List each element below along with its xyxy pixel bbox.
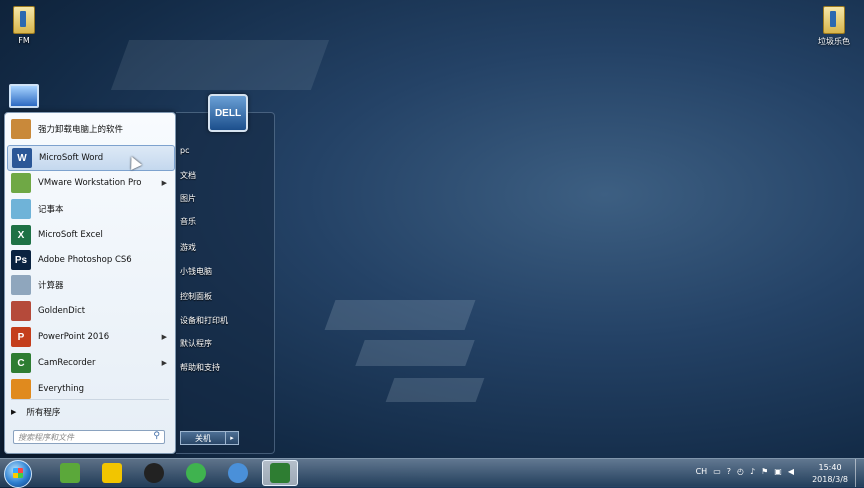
search-placeholder: 搜索程序和文件 <box>18 432 74 442</box>
program-item[interactable]: X MicroSoft Excel <box>7 223 173 247</box>
photoshop-icon: Ps <box>11 250 31 270</box>
search-input[interactable]: 搜索程序和文件 ⚲ <box>13 430 165 444</box>
action-center-icon[interactable]: ⚑ <box>761 467 768 476</box>
volume-icon[interactable]: ◀ <box>788 467 794 476</box>
submenu-arrow-icon[interactable]: ▶ <box>162 179 167 187</box>
excel-icon: X <box>11 225 31 245</box>
logo-text: DELL <box>214 107 242 119</box>
taskbar-button[interactable] <box>94 460 130 486</box>
program-label: 强力卸载电脑上的软件 <box>38 125 124 135</box>
game-icon <box>60 463 80 483</box>
divider <box>11 399 169 400</box>
display-icon[interactable]: ▣ <box>774 467 782 476</box>
wallpaper-shape <box>385 378 485 402</box>
notepad-icon <box>11 199 31 219</box>
wallpaper-shape <box>324 300 476 330</box>
system-tray: CH ▭ ? ◴ ♪ ⚑ ▣ ◀ <box>696 467 794 476</box>
shutdown-button[interactable]: 关机 <box>180 431 226 445</box>
start-place-item[interactable]: 音乐 <box>180 216 196 227</box>
desktop-icon-fm[interactable]: FM <box>0 6 54 45</box>
vmware-icon <box>11 173 31 193</box>
language-indicator[interactable]: CH <box>696 467 708 476</box>
camrecorder-icon <box>270 463 290 483</box>
program-label: CamRecorder <box>38 358 96 368</box>
program-label: PowerPoint 2016 <box>38 332 110 342</box>
powerpoint-icon: P <box>11 327 31 347</box>
start-place-item[interactable]: 小钱电脑 <box>180 266 212 277</box>
shutdown-button-group: 关机 ▸ <box>180 431 239 445</box>
uninstaller-icon <box>11 119 31 139</box>
computer-icon <box>9 84 39 108</box>
clock[interactable]: 15:40 2018/3/8 <box>812 462 848 486</box>
program-label: VMware Workstation Pro <box>38 178 142 188</box>
player-icon <box>102 463 122 483</box>
globe-icon <box>228 463 248 483</box>
start-place-item[interactable]: pc <box>180 146 189 155</box>
taskbar-button[interactable] <box>52 460 88 486</box>
desktop-icon-computer[interactable] <box>0 84 54 108</box>
program-item[interactable]: 计算器 <box>7 273 173 297</box>
calculator-icon <box>11 275 31 295</box>
submenu-arrow-icon[interactable]: ▶ <box>162 333 167 341</box>
start-place-item[interactable]: 文档 <box>180 170 196 181</box>
camrecorder-icon: C <box>11 353 31 373</box>
desktop-icon-trash-folder[interactable]: 垃圾乐色 <box>804 6 864 47</box>
start-place-item[interactable]: 设备和打印机 <box>180 315 228 326</box>
start-place-item[interactable]: 控制面板 <box>180 291 212 302</box>
everything-icon <box>11 379 31 399</box>
start-place-item[interactable]: 帮助和支持 <box>180 362 220 373</box>
user-picture-dell-logo: DELL <box>208 94 248 132</box>
taskbar: CH ▭ ? ◴ ♪ ⚑ ▣ ◀ 15:40 2018/3/8 <box>0 458 864 488</box>
program-item[interactable]: 强力卸载电脑上的软件 <box>7 117 173 141</box>
clock-time: 15:40 <box>818 463 842 472</box>
program-label: Everything <box>38 384 85 394</box>
taskbar-button[interactable] <box>136 460 172 486</box>
show-desktop-button[interactable] <box>855 459 864 487</box>
taskbar-button[interactable] <box>262 460 298 486</box>
camera-icon <box>144 463 164 483</box>
program-label: 记事本 <box>38 205 64 215</box>
microphone-icon[interactable]: ♪ <box>750 467 755 476</box>
taskbar-button[interactable] <box>220 460 256 486</box>
folder-icon <box>823 6 845 34</box>
program-label: 计算器 <box>38 281 64 291</box>
sync-icon <box>186 463 206 483</box>
program-item[interactable]: P PowerPoint 2016 ▶ <box>7 325 173 349</box>
search-icon: ⚲ <box>153 431 160 441</box>
start-menu-programs-pane: 强力卸载电脑上的软件 W MicroSoft Word VMware Workstat… <box>4 112 176 454</box>
wallpaper-shape <box>110 40 330 90</box>
start-menu-places-pane <box>176 112 275 454</box>
clock-date: 2018/3/8 <box>812 475 848 484</box>
taskbar-button[interactable] <box>178 460 214 486</box>
desktop-icon-label: FM <box>18 36 30 45</box>
program-item[interactable]: W MicroSoft Word <box>7 145 175 171</box>
triangle-right-icon: ▶ <box>11 408 17 416</box>
program-label: MicroSoft Excel <box>38 230 103 240</box>
program-item[interactable]: VMware Workstation Pro ▶ <box>7 171 173 195</box>
desktop-icon-label: 垃圾乐色 <box>818 37 850 46</box>
wallpaper-shape <box>355 340 475 366</box>
folder-icon <box>13 6 35 34</box>
keyboard-icon[interactable]: ▭ <box>713 467 721 476</box>
start-place-item[interactable]: 默认程序 <box>180 338 212 349</box>
network-icon[interactable]: ◴ <box>737 467 744 476</box>
program-item[interactable]: GoldenDict <box>7 299 173 323</box>
all-programs-label: 所有程序 <box>26 408 61 418</box>
program-label: Adobe Photoshop CS6 <box>38 255 132 265</box>
start-place-item[interactable]: 图片 <box>180 193 196 204</box>
word-icon: W <box>12 148 32 168</box>
program-item[interactable]: C CamRecorder ▶ <box>7 351 173 375</box>
program-item[interactable]: 记事本 <box>7 197 173 221</box>
all-programs-button[interactable]: ▶ 所有程序 <box>11 406 60 418</box>
program-item[interactable]: Ps Adobe Photoshop CS6 <box>7 248 173 272</box>
submenu-arrow-icon[interactable]: ▶ <box>162 359 167 367</box>
program-label: GoldenDict <box>38 306 86 316</box>
start-place-item[interactable]: 游戏 <box>180 242 196 253</box>
start-button[interactable] <box>4 460 32 488</box>
program-label: MicroSoft Word <box>39 153 104 163</box>
shutdown-options-button[interactable]: ▸ <box>226 431 239 445</box>
program-item[interactable]: Everything <box>7 377 173 401</box>
help-icon[interactable]: ? <box>727 467 731 476</box>
goldendict-icon <box>11 301 31 321</box>
